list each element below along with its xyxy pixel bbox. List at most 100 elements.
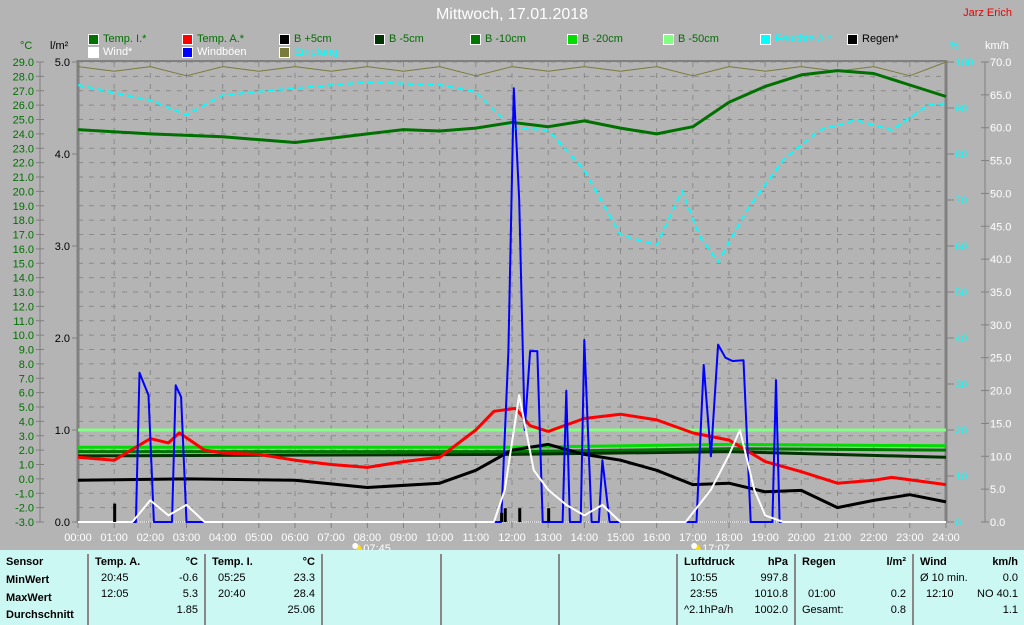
pressure-trend: ^2.1hPa/h — [684, 604, 734, 616]
legend-label: Regen* — [862, 33, 899, 45]
legend-item: Temp. I.* — [88, 33, 146, 45]
legend-item: B -5cm — [374, 33, 424, 45]
x-tick-label: 21:00 — [824, 532, 852, 544]
legend-label: Wind* — [103, 46, 133, 58]
pressure-column: Luftdruck hPa 10:55 997.8 23:55 1010.8 ^2.1… — [676, 554, 795, 625]
temp-tick-label: 23.0 — [13, 143, 34, 155]
rain-total: 0.8 — [890, 604, 906, 616]
temp-tick-label: 5.0 — [19, 402, 34, 414]
rain-tick-label: 3.0 — [55, 241, 70, 253]
temp-tick-label: 24.0 — [13, 129, 34, 141]
x-tick-label: 14:00 — [571, 532, 599, 544]
legend-item: Empfang — [279, 46, 338, 58]
wind-tick-label: 60.0 — [990, 123, 1011, 135]
wind-tick-label: 5.0 — [990, 484, 1005, 496]
wind-tick-label: 70.0 — [990, 57, 1011, 69]
humidity-tick-label: 30 — [955, 379, 967, 391]
legend-swatch — [279, 33, 290, 45]
temp-tick-label: 4.0 — [19, 416, 34, 428]
x-tick-label: 20:00 — [788, 532, 816, 544]
x-tick-label: 12:00 — [498, 532, 526, 544]
temp-tick-label: 7.0 — [19, 373, 34, 385]
temp-a-avg: 1.85 — [176, 604, 198, 616]
rain-total-label: Gesamt: — [802, 604, 844, 616]
temp-tick-label: 10.0 — [13, 330, 34, 342]
x-tick-label: 19:00 — [751, 532, 779, 544]
temp-tick-label: 26.0 — [13, 100, 34, 112]
legend-label: Feuchte A.* — [775, 33, 832, 45]
rain-bar — [547, 508, 551, 522]
wind-tick-label: 10.0 — [990, 451, 1011, 463]
legend-swatch — [760, 33, 771, 45]
temp-tick-label: 1.0 — [19, 460, 34, 472]
legend-swatch — [182, 33, 193, 45]
x-tick-label: 02:00 — [137, 532, 165, 544]
x-tick-label: 01:00 — [100, 532, 128, 544]
wind-tick-label: 35.0 — [990, 287, 1011, 299]
legend-item: B -10cm — [470, 33, 526, 45]
pressure-max: 1010.8 — [754, 588, 788, 600]
temp-tick-label: 15.0 — [13, 258, 34, 270]
temp-a-column: Temp. A. °C 20:45 -0.6 12:05 5.3 1.85 — [87, 554, 205, 625]
temp-a-min: -0.6 — [179, 572, 198, 584]
rain-tick-label: 0.0 — [55, 517, 70, 529]
temp-i-header: Temp. I. — [212, 556, 253, 568]
legend-item: Temp. A.* — [182, 33, 244, 45]
legend-swatch — [88, 33, 99, 45]
rain-tick-label: 1.0 — [55, 425, 70, 437]
wind-tick-label: 45.0 — [990, 221, 1011, 233]
humidity-tick-label: 90 — [955, 103, 967, 115]
temp-tick-label: 27.0 — [13, 86, 34, 98]
temp-tick-label: 21.0 — [13, 172, 34, 184]
author-label: Jarz Erich — [963, 7, 1012, 19]
wind-unit: km/h — [992, 556, 1018, 568]
legend-item: B -20cm — [567, 33, 623, 45]
empty-column — [321, 554, 441, 625]
temp-axis-unit: °C — [20, 40, 33, 52]
wind-max-time: 12:10 — [926, 588, 954, 600]
temp-i-min-time: 05:25 — [218, 572, 246, 584]
rain-axis-unit: l/m² — [50, 40, 69, 52]
rain-bar — [503, 508, 507, 522]
wind-tick-label: 65.0 — [990, 90, 1011, 102]
temp-tick-label: 19.0 — [13, 201, 34, 213]
weather-chart: 29.0 28.0 27.0 26.0 25.0 24.0 23.0 22.0 21.0 20.0… — [13, 57, 1011, 550]
temp-tick-label: 22.0 — [13, 158, 34, 170]
temp-tick-label: 25.0 — [13, 115, 34, 127]
rain-header: Regen — [802, 556, 836, 568]
legend-swatch — [470, 33, 481, 45]
x-tick-label: 10:00 — [426, 532, 454, 544]
legend-label: Temp. I.* — [103, 33, 147, 45]
humidity-tick-label: 50 — [955, 287, 967, 299]
wind-tick-label: 40.0 — [990, 254, 1011, 266]
temp-tick-label: 12.0 — [13, 301, 34, 313]
pressure-min-time: 10:55 — [690, 572, 718, 584]
x-tick-label: 04:00 — [209, 532, 237, 544]
temp-a-max-time: 12:05 — [101, 588, 129, 600]
temp-tick-label: 18.0 — [13, 215, 34, 227]
rain-max: 0.2 — [890, 588, 906, 600]
temp-a-min-time: 20:45 — [101, 572, 129, 584]
rain-bar — [500, 512, 504, 522]
statistics-table: Sensor Temp. A. °C 20:45 -0.6 12:05 5.3 1.8… — [0, 550, 1024, 625]
rain-tick-label: 5.0 — [55, 57, 70, 69]
rain-tick-label: 4.0 — [55, 149, 70, 161]
humidity-tick-label: 10 — [955, 471, 967, 483]
empty-column — [558, 554, 677, 625]
wind-avg: 1.1 — [1002, 604, 1018, 616]
x-tick-label: 00:00 — [64, 532, 92, 544]
rain-max-time: 01:00 — [808, 588, 836, 600]
x-tick-label: 09:00 — [390, 532, 418, 544]
temp-tick-label: -3.0 — [15, 517, 34, 529]
x-tick-label: 24:00 — [932, 532, 960, 544]
wind-tick-label: 25.0 — [990, 353, 1011, 365]
temp-i-max: 28.4 — [293, 588, 315, 600]
x-tick-label: 07:00 — [317, 532, 345, 544]
legend-item: Windböen — [182, 46, 247, 58]
rain-column: Regen l/m² 01:00 0.2 Gesamt: 0.8 — [794, 554, 913, 625]
legend-label: Empfang — [294, 46, 339, 58]
temp-i-avg: 25.06 — [287, 604, 315, 616]
humidity-tick-label: 60 — [955, 241, 967, 253]
humidity-tick-label: 70 — [955, 195, 967, 207]
temp-tick-label: 20.0 — [13, 186, 34, 198]
